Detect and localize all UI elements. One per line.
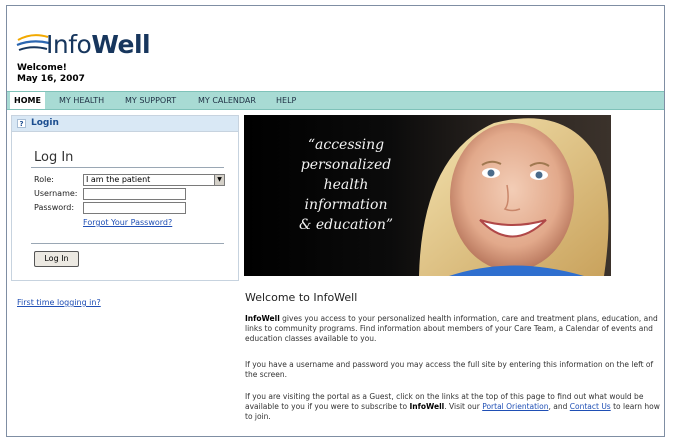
role-select-value: I am the patient bbox=[86, 175, 151, 184]
login-button[interactable]: Log In bbox=[34, 251, 79, 267]
logo-swoosh-icon bbox=[16, 34, 50, 51]
role-label: Role: bbox=[34, 175, 54, 184]
nav-my-calendar[interactable]: MY CALENDAR bbox=[194, 92, 260, 109]
nav-help[interactable]: HELP bbox=[272, 92, 300, 109]
username-label: Username: bbox=[34, 189, 78, 198]
intro-paragraph: InfoWell gives you access to your person… bbox=[245, 314, 658, 343]
password-input[interactable] bbox=[83, 202, 186, 214]
role-select[interactable]: I am the patient ▼ bbox=[83, 174, 225, 186]
guest-paragraph: If you are visiting the portal as a Gues… bbox=[245, 392, 660, 421]
hero-banner: “accessing personalized health informati… bbox=[244, 115, 611, 276]
welcome-text: Welcome! bbox=[17, 63, 67, 73]
login-info-paragraph: If you have a username and password you … bbox=[245, 360, 654, 379]
chevron-down-icon[interactable]: ▼ bbox=[214, 175, 224, 185]
hero-quote: “accessing personalized health informati… bbox=[298, 137, 394, 233]
welcome-heading: Welcome to InfoWell bbox=[245, 291, 358, 304]
contact-us-link[interactable]: Contact Us bbox=[570, 402, 611, 411]
nav-home[interactable]: HOME bbox=[10, 92, 45, 109]
nav-my-health[interactable]: MY HEALTH bbox=[55, 92, 108, 109]
current-date: May 16, 2007 bbox=[17, 74, 85, 84]
divider bbox=[31, 243, 224, 244]
login-title: Log In bbox=[34, 150, 74, 165]
username-input[interactable] bbox=[83, 188, 186, 200]
login-panel-header: ? Login bbox=[12, 116, 238, 132]
infowell-logo[interactable]: InfoWell bbox=[16, 26, 166, 64]
login-panel: ? Login Log In Role: I am the patient ▼ … bbox=[11, 115, 239, 281]
forgot-password-link[interactable]: Forgot Your Password? bbox=[83, 218, 172, 227]
password-label: Password: bbox=[34, 203, 75, 212]
nav-my-support[interactable]: MY SUPPORT bbox=[121, 92, 180, 109]
portal-orientation-link[interactable]: Portal Orientation bbox=[482, 402, 548, 411]
login-header-label: Login bbox=[31, 118, 59, 128]
first-time-login-link[interactable]: First time logging in? bbox=[17, 298, 101, 307]
page-frame: InfoWell Welcome! May 16, 2007 HOME MY H… bbox=[6, 5, 665, 437]
logo-wordmark: InfoWell bbox=[46, 30, 151, 59]
divider bbox=[31, 167, 224, 168]
help-icon[interactable]: ? bbox=[17, 119, 26, 128]
main-nav: HOME MY HEALTH MY SUPPORT MY CALENDAR HE… bbox=[7, 91, 664, 110]
